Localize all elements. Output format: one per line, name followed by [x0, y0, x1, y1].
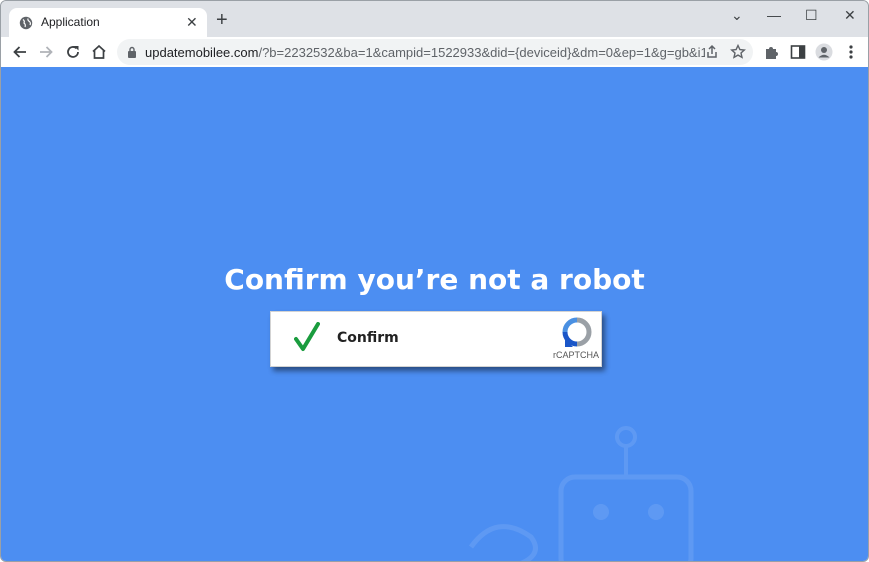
minimize-button[interactable]: — — [767, 7, 781, 23]
back-arrow-icon[interactable] — [10, 42, 30, 62]
tab-search-button[interactable]: ⌄ — [731, 7, 743, 23]
page-content: Confirm you’re not a robot Confirm rCAPT… — [1, 67, 868, 561]
lock-icon — [128, 46, 136, 58]
star-icon[interactable] — [729, 43, 747, 61]
new-tab-button[interactable]: + — [216, 10, 228, 30]
checkmark-icon — [294, 322, 320, 351]
close-window-button[interactable]: ✕ — [844, 7, 856, 23]
confirm-label: Confirm — [337, 330, 399, 346]
reload-icon[interactable] — [63, 42, 83, 62]
address-bar[interactable]: updatemobilee.com/?b=2232532&ba=1&campid… — [117, 39, 753, 65]
url-host: updatemobilee.com — [145, 45, 259, 60]
share-icon[interactable] — [703, 43, 721, 61]
tab-application[interactable]: Application ✕ — [9, 8, 207, 37]
robot-illustration — [468, 426, 694, 561]
maximize-button[interactable]: ☐ — [805, 7, 818, 23]
recaptcha-brand-text: rCAPTCHA — [553, 350, 600, 360]
forward-arrow-icon[interactable] — [36, 42, 56, 62]
tab-strip: Application ✕ + ⌄ — ☐ ✕ — [1, 1, 868, 37]
side-panel-icon[interactable] — [788, 42, 808, 62]
recaptcha-logo-icon — [562, 317, 592, 347]
home-icon[interactable] — [89, 42, 109, 62]
browser-window: Application ✕ + ⌄ — ☐ ✕ updatemobilee.co… — [0, 0, 869, 562]
captcha-box[interactable]: Confirm rCAPTCHA — [270, 311, 602, 367]
puzzle-icon[interactable] — [762, 42, 782, 62]
url-text: updatemobilee.com/?b=2232532&ba=1&campid… — [145, 45, 705, 60]
tab-close-button[interactable]: ✕ — [186, 14, 198, 30]
url-path: /?b=2232532&ba=1&campid=1522933&did={dev… — [258, 45, 705, 60]
tab-title: Application — [41, 15, 100, 29]
browser-toolbar: updatemobilee.com/?b=2232532&ba=1&campid… — [1, 37, 868, 67]
globe-icon — [19, 16, 33, 30]
profile-icon[interactable] — [814, 42, 834, 62]
page-title: Confirm you’re not a robot — [224, 263, 645, 296]
kebab-menu-icon[interactable] — [841, 42, 861, 62]
